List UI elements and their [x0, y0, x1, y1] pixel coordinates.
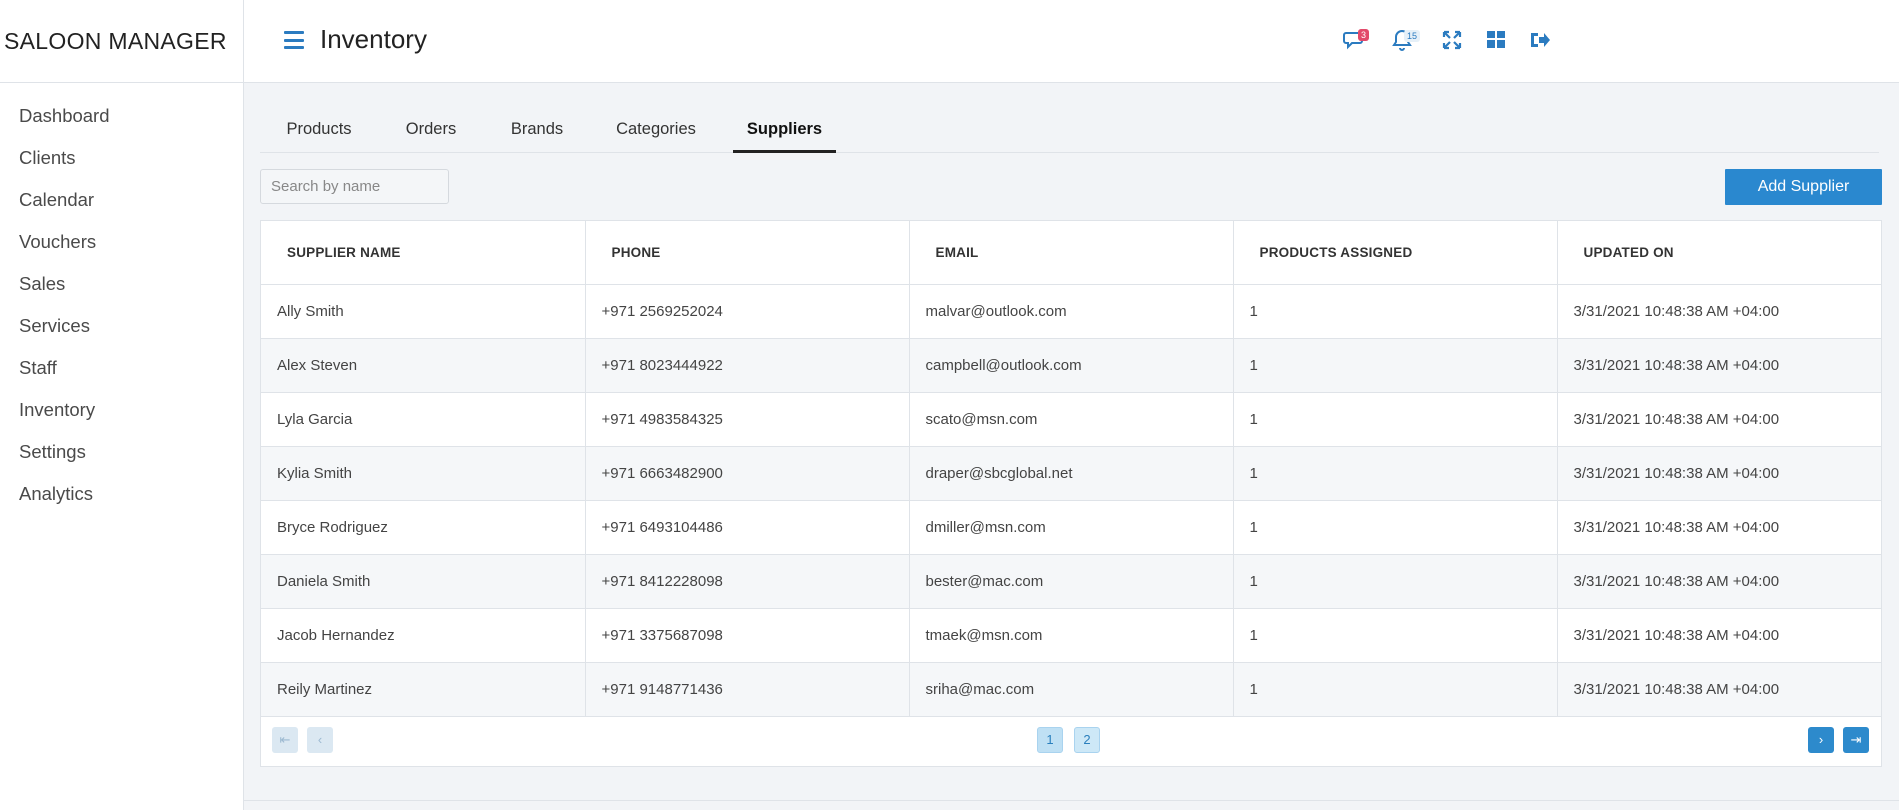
sidebar-item-clients[interactable]: Clients	[0, 137, 243, 179]
table-row[interactable]: Jacob Hernandez +971 3375687098 tmaek@ms…	[261, 608, 1881, 663]
page-1-button[interactable]: 1	[1037, 727, 1063, 753]
sidebar-item-staff[interactable]: Staff	[0, 347, 243, 389]
cell-phone: +971 9148771436	[585, 662, 910, 717]
cell-supplier-name: Alex Steven	[261, 338, 586, 393]
cell-phone: +971 6663482900	[585, 446, 910, 501]
inventory-tabs: Products Orders Brands Categories Suppli…	[260, 112, 1879, 153]
page-title: Inventory	[320, 24, 427, 54]
add-supplier-button[interactable]: Add Supplier	[1725, 169, 1882, 205]
table-row[interactable]: Daniela Smith +971 8412228098 bester@mac…	[261, 554, 1881, 609]
table-row[interactable]: Lyla Garcia +971 4983584325 scato@msn.co…	[261, 392, 1881, 447]
fullscreen-icon[interactable]	[1440, 28, 1464, 52]
cell-email: tmaek@msn.com	[909, 608, 1234, 663]
table-row[interactable]: Reily Martinez +971 9148771436 sriha@mac…	[261, 662, 1881, 717]
tab-categories[interactable]: Categories	[591, 112, 721, 153]
table-row[interactable]: Ally Smith +971 2569252024 malvar@outloo…	[261, 284, 1881, 339]
notifications-badge: 15	[1404, 30, 1421, 42]
cell-products-assigned: 1	[1233, 500, 1558, 555]
top-header: Inventory 3 15	[244, 0, 1899, 83]
cell-email: sriha@mac.com	[909, 662, 1234, 717]
sidebar-item-sales[interactable]: Sales	[0, 263, 243, 305]
cell-supplier-name: Lyla Garcia	[261, 392, 586, 447]
cell-updated-on: 3/31/2021 10:48:38 AM +04:00	[1557, 500, 1881, 555]
cell-email: bester@mac.com	[909, 554, 1234, 609]
column-header-products-assigned[interactable]: PRODUCTS ASSIGNED	[1233, 221, 1558, 285]
cell-updated-on: 3/31/2021 10:48:38 AM +04:00	[1557, 446, 1881, 501]
tab-brands[interactable]: Brands	[487, 112, 587, 153]
sidebar-item-dashboard[interactable]: Dashboard	[0, 95, 243, 137]
cell-phone: +971 2569252024	[585, 284, 910, 339]
sidebar-item-services[interactable]: Services	[0, 305, 243, 347]
suppliers-table-card: SUPPLIER NAME PHONE EMAIL PRODUCTS ASSIG…	[260, 220, 1882, 767]
tab-orders[interactable]: Orders	[381, 112, 481, 153]
menu-toggle-icon[interactable]	[284, 31, 304, 49]
last-page-button[interactable]: ⇥	[1843, 727, 1869, 753]
cell-products-assigned: 1	[1233, 662, 1558, 717]
table-row[interactable]: Kylia Smith +971 6663482900 draper@sbcgl…	[261, 446, 1881, 501]
cell-products-assigned: 1	[1233, 554, 1558, 609]
logout-icon[interactable]	[1528, 28, 1552, 52]
cell-phone: +971 6493104486	[585, 500, 910, 555]
search-input[interactable]	[260, 169, 449, 204]
suppliers-table: SUPPLIER NAME PHONE EMAIL PRODUCTS ASSIG…	[261, 221, 1881, 717]
sidebar-item-settings[interactable]: Settings	[0, 431, 243, 473]
cell-updated-on: 3/31/2021 10:48:38 AM +04:00	[1557, 554, 1881, 609]
cell-phone: +971 3375687098	[585, 608, 910, 663]
table-row[interactable]: Alex Steven +971 8023444922 campbell@out…	[261, 338, 1881, 393]
next-page-button[interactable]: ›	[1808, 727, 1834, 753]
cell-updated-on: 3/31/2021 10:48:38 AM +04:00	[1557, 338, 1881, 393]
cell-products-assigned: 1	[1233, 446, 1558, 501]
sidebar-item-analytics[interactable]: Analytics	[0, 473, 243, 515]
prev-page-button[interactable]: ‹	[307, 727, 333, 753]
cell-email: campbell@outlook.com	[909, 338, 1234, 393]
grid-icon[interactable]	[1484, 28, 1508, 52]
cell-email: draper@sbcglobal.net	[909, 446, 1234, 501]
column-header-updated-on[interactable]: UPDATED ON	[1557, 221, 1881, 285]
cell-supplier-name: Bryce Rodriguez	[261, 500, 586, 555]
footer-divider	[244, 800, 1899, 801]
app-brand: SALOON MANAGER	[0, 0, 243, 83]
page-2-button[interactable]: 2	[1074, 727, 1100, 753]
cell-email: malvar@outlook.com	[909, 284, 1234, 339]
column-header-email[interactable]: EMAIL	[909, 221, 1234, 285]
cell-products-assigned: 1	[1233, 608, 1558, 663]
cell-supplier-name: Ally Smith	[261, 284, 586, 339]
cell-email: scato@msn.com	[909, 392, 1234, 447]
messages-badge: 3	[1358, 29, 1370, 41]
cell-email: dmiller@msn.com	[909, 500, 1234, 555]
table-header-row: SUPPLIER NAME PHONE EMAIL PRODUCTS ASSIG…	[261, 221, 1881, 285]
cell-phone: +971 4983584325	[585, 392, 910, 447]
cell-supplier-name: Jacob Hernandez	[261, 608, 586, 663]
cell-phone: +971 8023444922	[585, 338, 910, 393]
table-row[interactable]: Bryce Rodriguez +971 6493104486 dmiller@…	[261, 500, 1881, 555]
column-header-supplier-name[interactable]: SUPPLIER NAME	[261, 221, 586, 285]
sidebar-item-inventory[interactable]: Inventory	[0, 389, 243, 431]
cell-supplier-name: Kylia Smith	[261, 446, 586, 501]
pagination: ⇤ ‹ 1 2 › ⇥	[261, 719, 1881, 767]
tab-suppliers[interactable]: Suppliers	[733, 112, 836, 153]
cell-updated-on: 3/31/2021 10:48:38 AM +04:00	[1557, 392, 1881, 447]
chat-icon[interactable]: 3	[1343, 28, 1370, 52]
tab-products[interactable]: Products	[260, 112, 378, 153]
cell-phone: +971 8412228098	[585, 554, 910, 609]
cell-updated-on: 3/31/2021 10:48:38 AM +04:00	[1557, 608, 1881, 663]
cell-products-assigned: 1	[1233, 284, 1558, 339]
cell-supplier-name: Daniela Smith	[261, 554, 586, 609]
column-header-phone[interactable]: PHONE	[585, 221, 910, 285]
bell-icon[interactable]: 15	[1390, 28, 1421, 52]
sidebar-nav: Dashboard Clients Calendar Vouchers Sale…	[0, 83, 243, 515]
cell-products-assigned: 1	[1233, 338, 1558, 393]
cell-products-assigned: 1	[1233, 392, 1558, 447]
sidebar-item-calendar[interactable]: Calendar	[0, 179, 243, 221]
sidebar-item-vouchers[interactable]: Vouchers	[0, 221, 243, 263]
sidebar: SALOON MANAGER Dashboard Clients Calenda…	[0, 0, 244, 810]
cell-supplier-name: Reily Martinez	[261, 662, 586, 717]
cell-updated-on: 3/31/2021 10:48:38 AM +04:00	[1557, 662, 1881, 717]
first-page-button[interactable]: ⇤	[272, 727, 298, 753]
cell-updated-on: 3/31/2021 10:48:38 AM +04:00	[1557, 284, 1881, 339]
